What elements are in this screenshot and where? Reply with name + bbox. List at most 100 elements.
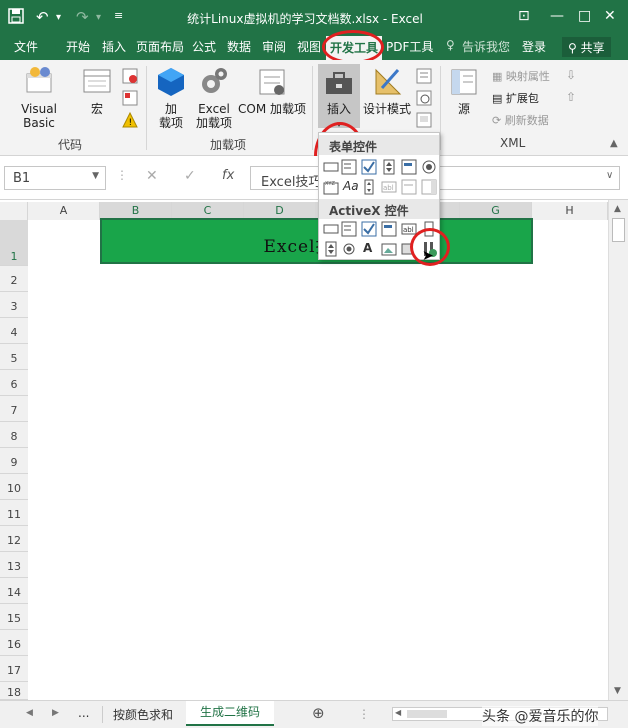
scroll-up-icon[interactable]: ▲ bbox=[614, 204, 621, 214]
activex-option-control-icon[interactable] bbox=[341, 241, 357, 257]
tab-insert[interactable]: 插入 bbox=[102, 38, 126, 55]
row-header[interactable]: 6 bbox=[0, 370, 28, 396]
share-button[interactable]: ⚲ 共享 bbox=[562, 37, 611, 57]
vertical-scrollbar[interactable]: ▲ ▼ bbox=[608, 200, 628, 700]
tab-home[interactable]: 开始 bbox=[66, 38, 90, 55]
expansion-packs-button[interactable]: ▤ 扩展包 bbox=[492, 90, 539, 106]
tell-me-search[interactable]: 告诉我您 bbox=[462, 38, 510, 55]
ribbon-display-icon[interactable]: ⊡ bbox=[518, 8, 530, 24]
next-sheet-icon[interactable]: ▶ bbox=[52, 708, 59, 718]
row-header[interactable]: 9 bbox=[0, 448, 28, 474]
enter-icon[interactable]: ✓ bbox=[184, 168, 196, 184]
macros-button[interactable]: 宏 bbox=[80, 66, 114, 116]
tab-formulas[interactable]: 公式 bbox=[192, 38, 216, 55]
more-sheets[interactable]: ... bbox=[78, 706, 89, 720]
row-header[interactable]: 4 bbox=[0, 318, 28, 344]
form-combolist-control-icon[interactable] bbox=[401, 179, 417, 195]
relative-reference-icon[interactable] bbox=[122, 90, 138, 109]
tab-review[interactable]: 审阅 bbox=[262, 38, 286, 55]
chevron-down-icon[interactable]: ▼ bbox=[92, 171, 99, 181]
form-checkbox-control-icon[interactable] bbox=[361, 159, 377, 175]
view-code-icon[interactable] bbox=[416, 90, 432, 109]
undo-dropdown-icon[interactable]: ▾ bbox=[56, 12, 61, 23]
form-groupbox-control-icon[interactable]: XYZ bbox=[323, 179, 339, 195]
activex-spinbutton-control-icon[interactable] bbox=[323, 241, 339, 257]
tab-data[interactable]: 数据 bbox=[227, 38, 251, 55]
addins-button[interactable]: 加 载项 bbox=[152, 66, 190, 130]
com-addins-button[interactable]: COM 加载项 bbox=[236, 66, 308, 116]
save-icon[interactable] bbox=[8, 8, 24, 28]
insert-function-icon[interactable]: fx bbox=[222, 168, 234, 183]
row-header[interactable]: 17 bbox=[0, 656, 28, 682]
sheet-tab-color-sum[interactable]: 按颜色求和 bbox=[102, 706, 173, 723]
row-header[interactable]: 7 bbox=[0, 396, 28, 422]
row-header[interactable]: 13 bbox=[0, 552, 28, 578]
redo-icon[interactable]: ↷ bbox=[76, 8, 89, 26]
customize-toolbar-icon[interactable]: ≡ bbox=[114, 9, 123, 22]
row-header[interactable]: 5 bbox=[0, 344, 28, 370]
row-header[interactable]: 16 bbox=[0, 630, 28, 656]
form-spinner-control-icon[interactable] bbox=[381, 159, 397, 175]
tab-file[interactable]: 文件 bbox=[14, 38, 38, 55]
name-box[interactable]: B1 ▼ bbox=[4, 166, 106, 190]
activex-combobox-control-icon[interactable] bbox=[341, 221, 357, 237]
import-icon[interactable]: ⇩ bbox=[566, 68, 576, 82]
signin-link[interactable]: 登录 bbox=[522, 38, 546, 55]
scroll-thumb[interactable] bbox=[612, 218, 625, 242]
activex-label-control-icon[interactable]: A bbox=[363, 241, 372, 255]
record-macro-icon[interactable] bbox=[122, 68, 138, 87]
form-combobox-control-icon[interactable] bbox=[341, 159, 357, 175]
column-header[interactable]: H bbox=[532, 202, 608, 220]
row-header[interactable]: 18 bbox=[0, 682, 28, 700]
column-header[interactable]: A bbox=[28, 202, 100, 220]
tab-page-layout[interactable]: 页面布局 bbox=[136, 38, 184, 55]
select-all-corner[interactable] bbox=[0, 202, 28, 220]
form-option-control-icon[interactable] bbox=[421, 159, 437, 175]
form-label-control-icon[interactable]: Aa bbox=[343, 179, 359, 193]
run-dialog-icon[interactable] bbox=[416, 112, 432, 131]
design-mode-button[interactable]: 设计模式 bbox=[362, 66, 412, 116]
insert-controls-button[interactable]: 插入 ▾ bbox=[318, 64, 360, 130]
form-combodropdown-control-icon[interactable] bbox=[421, 179, 437, 195]
form-listbox-control-icon[interactable] bbox=[401, 159, 417, 175]
collapse-ribbon-icon[interactable]: ▲ bbox=[610, 138, 618, 149]
row-header[interactable]: 14 bbox=[0, 578, 28, 604]
map-properties-button[interactable]: ▦ 映射属性 bbox=[492, 68, 550, 84]
close-icon[interactable]: ✕ bbox=[604, 8, 616, 24]
activex-checkbox-control-icon[interactable] bbox=[361, 221, 377, 237]
tab-pdf-tools[interactable]: PDF工具 bbox=[386, 38, 433, 55]
export-icon[interactable]: ⇧ bbox=[566, 90, 576, 104]
tab-view[interactable]: 视图 bbox=[297, 38, 321, 55]
redo-dropdown-icon[interactable]: ▾ bbox=[96, 12, 101, 23]
activex-button-control-icon[interactable] bbox=[323, 221, 339, 237]
row-header[interactable]: 10 bbox=[0, 474, 28, 500]
cancel-icon[interactable]: ✕ bbox=[146, 168, 158, 184]
activex-image-control-icon[interactable] bbox=[381, 241, 397, 257]
row-header[interactable]: 3 bbox=[0, 292, 28, 318]
row-header[interactable]: 15 bbox=[0, 604, 28, 630]
expand-formula-icon[interactable]: ∨ bbox=[606, 170, 613, 181]
sheet-tab-qrcode[interactable]: 生成二维码 bbox=[186, 701, 275, 726]
excel-addins-button[interactable]: Excel 加载项 bbox=[192, 66, 236, 130]
macro-security-icon[interactable]: ! bbox=[122, 111, 138, 131]
hscroll-thumb[interactable] bbox=[407, 710, 447, 718]
add-sheet-icon[interactable]: ⊕ bbox=[312, 704, 325, 722]
properties-icon[interactable] bbox=[416, 68, 432, 87]
worksheet-grid[interactable]: A B C D E F G H 1 2 3 4 5 6 7 8 9 10 11 … bbox=[0, 200, 608, 700]
xml-source-button[interactable]: 源 bbox=[446, 66, 482, 116]
activex-listbox-control-icon[interactable] bbox=[381, 221, 397, 237]
row-header[interactable]: 11 bbox=[0, 500, 28, 526]
form-scrollbar-control-icon[interactable] bbox=[361, 179, 377, 195]
row-header[interactable]: 2 bbox=[0, 266, 28, 292]
maximize-icon[interactable]: □ bbox=[578, 8, 591, 24]
form-button-control-icon[interactable] bbox=[323, 159, 339, 175]
row-header[interactable]: 8 bbox=[0, 422, 28, 448]
minimize-icon[interactable]: — bbox=[550, 8, 564, 24]
undo-icon[interactable]: ↶ bbox=[36, 8, 49, 26]
merged-cell-b1[interactable]: Excel技巧： bbox=[100, 218, 533, 264]
visual-basic-button[interactable]: Visual Basic bbox=[4, 66, 74, 130]
row-header[interactable]: 1 bbox=[0, 220, 28, 266]
row-header[interactable]: 12 bbox=[0, 526, 28, 552]
scroll-down-icon[interactable]: ▼ bbox=[614, 686, 621, 696]
scroll-left-icon[interactable]: ◀ bbox=[395, 708, 401, 717]
